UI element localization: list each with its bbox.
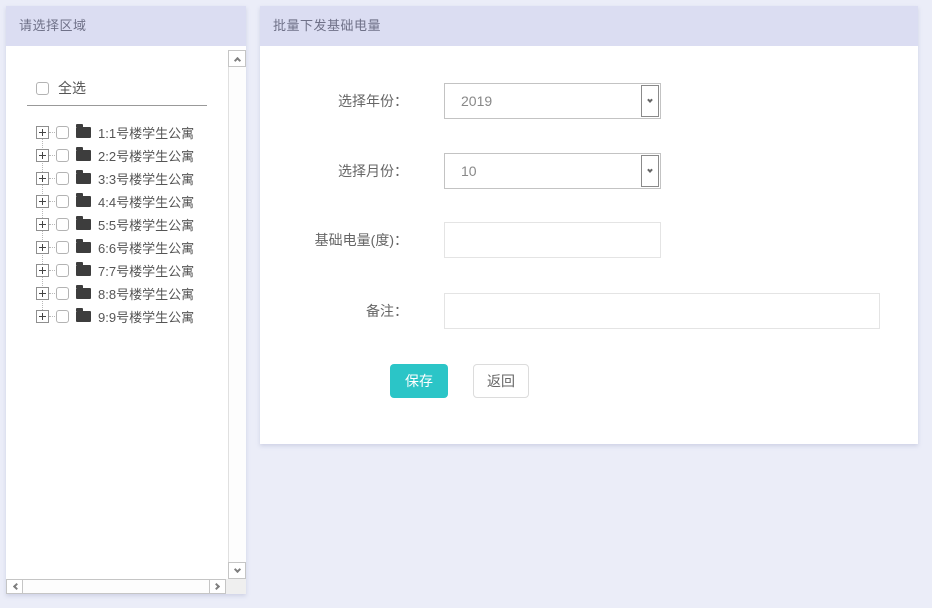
tree-item[interactable]: 1:1号楼学生公寓 xyxy=(6,121,228,144)
folder-icon xyxy=(76,285,91,299)
folder-icon xyxy=(76,262,91,276)
tree-item-label: 3:3号楼学生公寓 xyxy=(98,172,195,187)
tree-item-checkbox[interactable] xyxy=(56,218,69,231)
tree-item-label: 7:7号楼学生公寓 xyxy=(98,264,195,279)
tree-item-label: 8:8号楼学生公寓 xyxy=(98,287,195,302)
year-select[interactable]: 2019 xyxy=(444,83,661,119)
horizontal-scrollbar[interactable] xyxy=(6,579,226,594)
month-label: 选择月份： xyxy=(338,163,408,179)
vertical-scrollbar[interactable] xyxy=(228,50,246,579)
tree-separator xyxy=(27,105,207,106)
area-selector-panel: 请选择区域 全选 1:1号楼学生公寓 2:2号楼学生公寓 3:3号楼学生公寓 4… xyxy=(6,6,246,594)
back-button[interactable]: 返回 xyxy=(473,364,529,398)
tree-item-checkbox[interactable] xyxy=(56,149,69,162)
tree-dot-connector xyxy=(49,270,55,271)
plus-square-icon[interactable] xyxy=(36,195,49,208)
year-select-value: 2019 xyxy=(461,93,493,109)
batch-issue-panel: 批量下发基础电量 选择年份： 2019 选择月份： 10 基础电量(度)： 备注… xyxy=(260,6,918,444)
tree-item[interactable]: 7:7号楼学生公寓 xyxy=(6,259,228,282)
tree-dot-connector xyxy=(49,247,55,248)
folder-icon xyxy=(76,147,91,161)
tree-item[interactable]: 8:8号楼学生公寓 xyxy=(6,282,228,305)
tree-item-checkbox[interactable] xyxy=(56,195,69,208)
tree-item-checkbox[interactable] xyxy=(56,310,69,323)
tree-dot-connector xyxy=(49,178,55,179)
save-button[interactable]: 保存 xyxy=(390,364,448,398)
folder-icon xyxy=(76,216,91,230)
tree-item-label: 1:1号楼学生公寓 xyxy=(98,126,195,141)
plus-square-icon[interactable] xyxy=(36,264,49,277)
folder-icon xyxy=(76,124,91,138)
year-label: 选择年份： xyxy=(338,93,408,109)
plus-square-icon[interactable] xyxy=(36,172,49,185)
select-all-row[interactable]: 全选 xyxy=(36,78,86,98)
left-panel-title: 请选择区域 xyxy=(6,6,246,46)
chevron-down-icon xyxy=(233,565,241,573)
remark-input[interactable] xyxy=(444,293,880,329)
chevron-down-icon xyxy=(647,97,653,103)
chevron-left-icon xyxy=(12,582,20,591)
tree-item[interactable]: 9:9号楼学生公寓 xyxy=(6,305,228,328)
month-select-value: 10 xyxy=(461,163,477,179)
month-select[interactable]: 10 xyxy=(444,153,661,189)
tree-dot-connector xyxy=(49,293,55,294)
tree-item[interactable]: 3:3号楼学生公寓 xyxy=(6,167,228,190)
plus-square-icon[interactable] xyxy=(36,310,49,323)
select-all-checkbox[interactable] xyxy=(36,81,49,95)
tree-item-checkbox[interactable] xyxy=(56,287,69,300)
tree-item-checkbox[interactable] xyxy=(56,172,69,185)
tree-item[interactable]: 6:6号楼学生公寓 xyxy=(6,236,228,259)
folder-icon xyxy=(76,239,91,253)
tree-dot-connector xyxy=(49,155,55,156)
tree-dot-connector xyxy=(49,316,55,317)
scroll-right-button[interactable] xyxy=(209,579,226,594)
tree-list: 1:1号楼学生公寓 2:2号楼学生公寓 3:3号楼学生公寓 4:4号楼学生公寓 xyxy=(6,121,228,328)
folder-icon xyxy=(76,170,91,184)
right-panel-title: 批量下发基础电量 xyxy=(260,6,918,46)
plus-square-icon[interactable] xyxy=(36,149,49,162)
chevron-down-icon xyxy=(647,167,653,173)
tree-item-label: 5:5号楼学生公寓 xyxy=(98,218,195,233)
tree-dot-connector xyxy=(49,132,55,133)
scroll-left-button[interactable] xyxy=(6,579,23,594)
plus-square-icon[interactable] xyxy=(36,218,49,231)
scroll-up-button[interactable] xyxy=(228,50,246,67)
folder-icon xyxy=(76,308,91,322)
chevron-up-icon xyxy=(233,56,241,64)
plus-square-icon[interactable] xyxy=(36,287,49,300)
tree-item-checkbox[interactable] xyxy=(56,241,69,254)
scroll-down-button[interactable] xyxy=(228,562,246,579)
tree-item-checkbox[interactable] xyxy=(56,264,69,277)
folder-icon xyxy=(76,193,91,207)
tree-item-label: 9:9号楼学生公寓 xyxy=(98,310,195,325)
tree-dot-connector xyxy=(49,201,55,202)
tree-item-label: 4:4号楼学生公寓 xyxy=(98,195,195,210)
month-select-arrow-button[interactable] xyxy=(641,155,659,187)
tree-item[interactable]: 4:4号楼学生公寓 xyxy=(6,190,228,213)
scrollbar-corner xyxy=(226,579,246,594)
tree-dot-connector xyxy=(49,224,55,225)
base-power-label: 基础电量(度)： xyxy=(314,232,408,248)
tree-item[interactable]: 5:5号楼学生公寓 xyxy=(6,213,228,236)
tree-item[interactable]: 2:2号楼学生公寓 xyxy=(6,144,228,167)
tree-item-checkbox[interactable] xyxy=(56,126,69,139)
year-select-arrow-button[interactable] xyxy=(641,85,659,117)
base-power-input[interactable] xyxy=(444,222,661,258)
chevron-right-icon xyxy=(212,582,220,591)
plus-square-icon[interactable] xyxy=(36,241,49,254)
select-all-label: 全选 xyxy=(58,80,86,96)
tree-item-label: 2:2号楼学生公寓 xyxy=(98,149,195,164)
area-tree: 全选 1:1号楼学生公寓 2:2号楼学生公寓 3:3号楼学生公寓 4:4号楼学生… xyxy=(6,46,228,579)
remark-label: 备注： xyxy=(366,303,408,319)
tree-item-label: 6:6号楼学生公寓 xyxy=(98,241,195,256)
plus-square-icon[interactable] xyxy=(36,126,49,139)
